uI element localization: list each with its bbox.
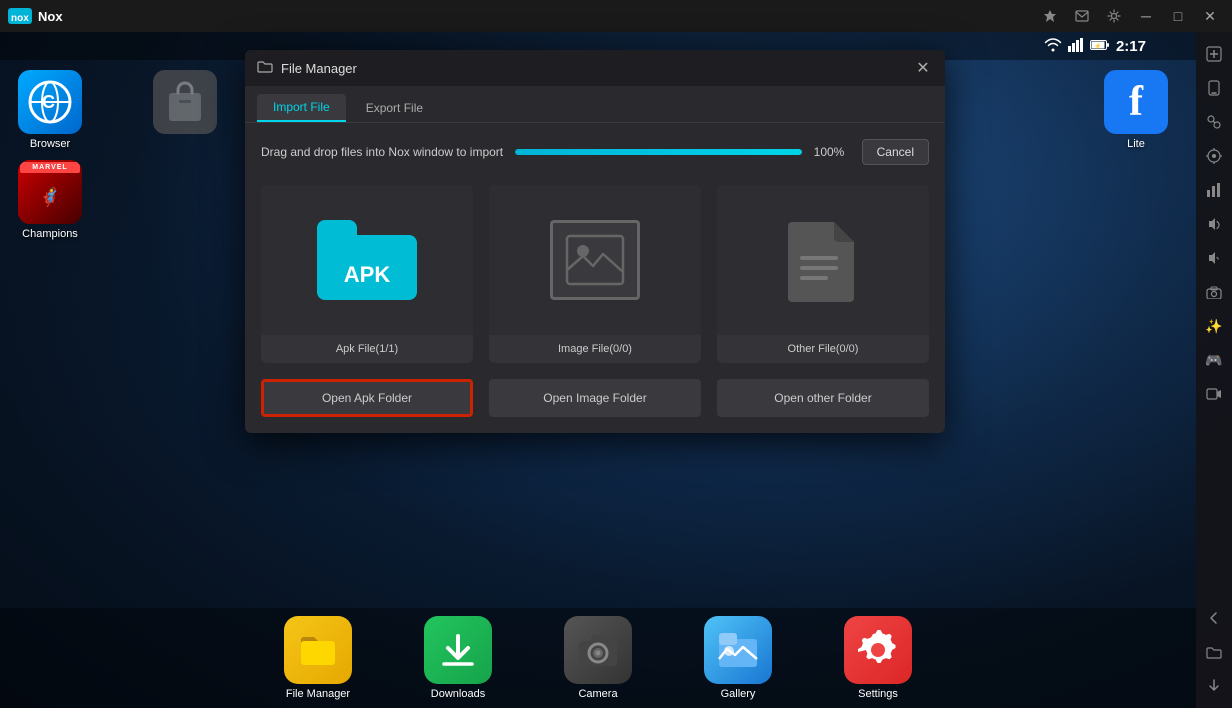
apk-card-label: Apk File(1/1)	[261, 335, 473, 363]
folder-buttons: Open Apk Folder Open Image Folder Open o…	[261, 379, 929, 417]
other-file-card[interactable]: Other File(0/0)	[717, 185, 929, 363]
other-card-label: Other File(0/0)	[717, 335, 929, 363]
apk-icon-area: APK	[261, 185, 473, 335]
dialog-close-button[interactable]: ✕	[913, 58, 933, 78]
other-file-icon	[788, 218, 858, 302]
tab-import-file[interactable]: Import File	[257, 94, 346, 122]
dialog-body: Drag and drop files into Nox window to i…	[245, 123, 945, 433]
folder-body: APK	[317, 235, 417, 300]
file-manager-dialog: File Manager ✕ Import File Export File D…	[245, 50, 945, 433]
image-card-label: Image File(0/0)	[489, 335, 701, 363]
apk-file-card[interactable]: APK Apk File(1/1)	[261, 185, 473, 363]
dialog-title-icon	[257, 60, 273, 77]
other-icon-area	[717, 185, 929, 335]
progress-row: Drag and drop files into Nox window to i…	[261, 139, 929, 165]
cancel-button[interactable]: Cancel	[862, 139, 929, 165]
apk-text: APK	[344, 262, 390, 288]
progress-percent: 100%	[814, 145, 850, 159]
progress-bar-fill	[515, 149, 802, 155]
file-cards-grid: APK Apk File(1/1)	[261, 185, 929, 363]
dialog-title-text: File Manager	[281, 61, 905, 76]
tab-export-file[interactable]: Export File	[350, 94, 439, 122]
dialog-tabs: Import File Export File	[245, 86, 945, 123]
open-image-folder-button[interactable]: Open Image Folder	[489, 379, 701, 417]
open-apk-folder-button[interactable]: Open Apk Folder	[261, 379, 473, 417]
open-other-folder-button[interactable]: Open other Folder	[717, 379, 929, 417]
apk-folder-icon: APK	[317, 220, 417, 300]
image-icon-area	[489, 185, 701, 335]
image-file-icon	[550, 220, 640, 300]
dialog-titlebar: File Manager ✕	[245, 50, 945, 86]
dialog-overlay: File Manager ✕ Import File Export File D…	[0, 0, 1232, 708]
progress-bar-container	[515, 149, 802, 155]
image-file-card[interactable]: Image File(0/0)	[489, 185, 701, 363]
progress-label: Drag and drop files into Nox window to i…	[261, 145, 503, 159]
